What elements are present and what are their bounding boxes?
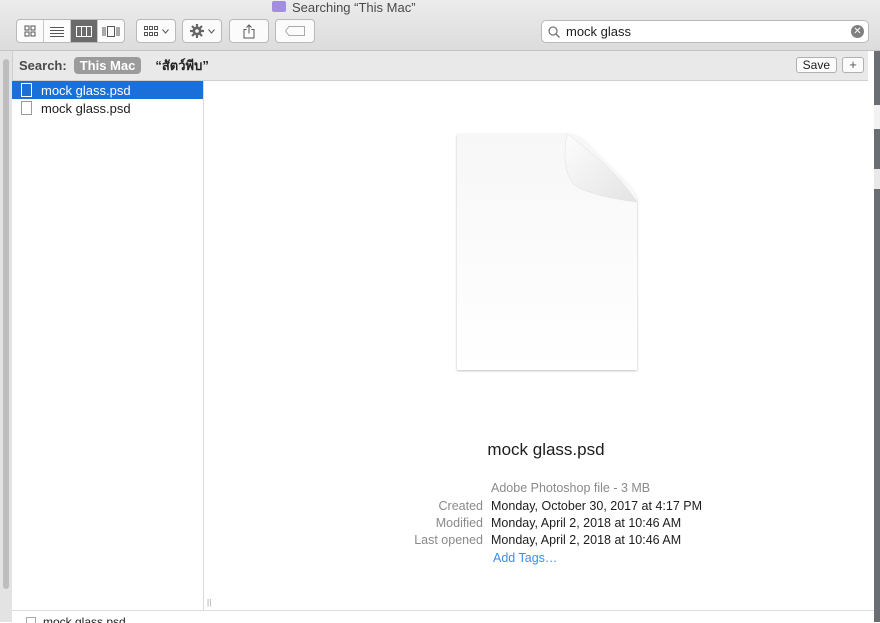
cover-flow-icon [102, 25, 120, 37]
document-preview-icon [457, 133, 638, 370]
list-view-button[interactable] [44, 20, 71, 42]
tag-icon [285, 26, 305, 36]
metadata-value: Monday, April 2, 2018 at 10:46 AM [491, 516, 682, 530]
scrollbar-thumb[interactable] [3, 59, 9, 589]
share-button[interactable] [229, 19, 269, 43]
result-row[interactable]: mock glass.psd [12, 81, 203, 99]
result-name: mock glass.psd [41, 82, 131, 98]
metadata-label: Last opened [414, 533, 483, 547]
tag-button[interactable] [275, 19, 315, 43]
window-title-text: Searching “This Mac” [292, 0, 416, 15]
magnifier-icon [548, 25, 560, 38]
background-window-fragment [874, 105, 880, 129]
column-view-icon [76, 25, 92, 37]
column-view-button[interactable] [71, 20, 98, 42]
gear-icon [189, 24, 204, 38]
icon-view-button[interactable] [17, 20, 44, 42]
metadata-label: Modified [435, 516, 483, 530]
metadata-row-modified: Modified Monday, April 2, 2018 at 10:46 … [218, 516, 874, 533]
window-title: Searching “This Mac” [272, 0, 416, 15]
cover-flow-button[interactable] [98, 20, 124, 42]
add-tags-link[interactable]: Add Tags… [493, 551, 557, 565]
preview-pane: mock glass.psd Adobe Photoshop file - 3 … [218, 81, 874, 610]
path-bar: mock glass.psd [12, 610, 874, 623]
icon-view-icon [24, 25, 36, 37]
add-criteria-button[interactable]: + [842, 57, 864, 73]
search-scope-bar: Search: This Mac “สัตว์พีบ” Save + [12, 51, 868, 81]
result-row[interactable]: mock glass.psd [12, 99, 203, 117]
file-kind: Adobe Photoshop file - 3 MB [491, 481, 651, 495]
document-icon [21, 101, 32, 115]
metadata-value: Monday, October 30, 2017 at 4:17 PM [491, 499, 703, 513]
metadata-value: Monday, April 2, 2018 at 10:46 AM [491, 533, 682, 547]
scope-folder-button[interactable]: “สัตว์พีบ” [155, 55, 209, 76]
search-input[interactable] [564, 23, 838, 40]
result-name: mock glass.psd [41, 100, 131, 116]
view-mode-control [16, 19, 125, 43]
search-field[interactable]: ✕ [541, 20, 869, 43]
action-button[interactable] [182, 19, 222, 43]
grid-arrange-icon [143, 25, 158, 36]
chevron-down-icon [207, 28, 215, 34]
metadata-row-created: Created Monday, October 30, 2017 at 4:17… [218, 499, 874, 516]
background-window-fragment [874, 169, 880, 189]
search-scope-label: Search: [19, 58, 67, 73]
arrange-button[interactable] [136, 19, 176, 43]
metadata-label: Created [438, 499, 483, 513]
toolbar: Searching “This Mac” mock glass ✕ [0, 0, 880, 51]
document-icon [21, 83, 32, 97]
list-view-icon [50, 26, 64, 37]
document-icon [26, 617, 36, 623]
clear-icon[interactable]: ✕ [851, 25, 864, 38]
background-window-edge [874, 51, 880, 622]
chevron-down-icon [161, 28, 169, 34]
scope-this-mac-button[interactable]: This Mac [73, 57, 142, 74]
preview-file-name: mock glass.psd [487, 440, 605, 459]
column-resize-handle[interactable]: | | [207, 598, 212, 607]
metadata-row-last-opened: Last opened Monday, April 2, 2018 at 10:… [218, 533, 874, 550]
save-search-button[interactable]: Save [795, 57, 837, 73]
smart-folder-icon [272, 0, 286, 12]
share-icon [243, 23, 255, 38]
results-column: mock glass.psd mock glass.psd [12, 81, 204, 610]
